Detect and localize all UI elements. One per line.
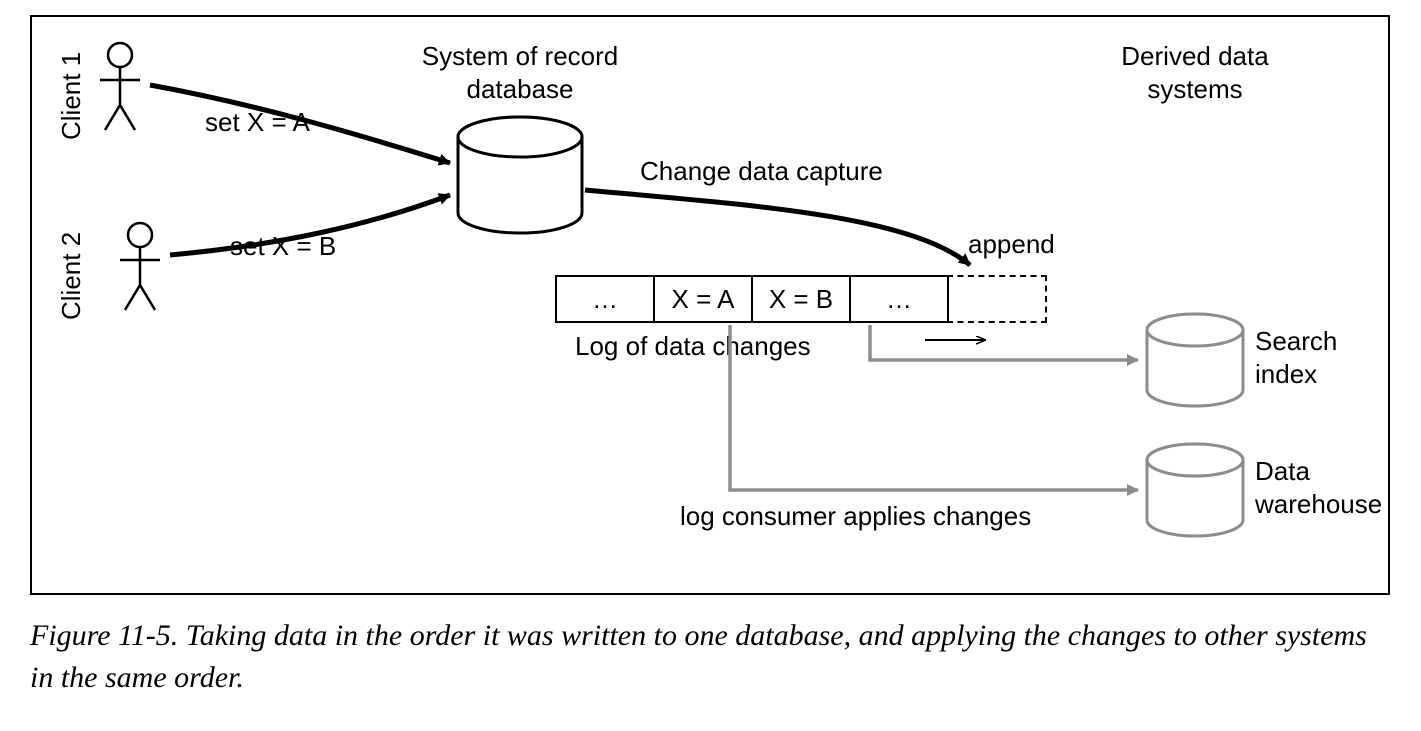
arrow-log-search [870,325,1138,360]
arrow-client1-db [150,85,450,163]
client1-icon [100,43,140,130]
arrow-client2-db [170,195,450,255]
database-icon [458,117,582,233]
figure-caption: Figure 11-5. Taking data in the order it… [30,615,1390,699]
arrow-log-dw [730,325,1138,490]
arrow-cdc [585,190,970,265]
client2-icon [120,223,160,310]
diagram-svg [30,15,1390,595]
data-warehouse-icon [1147,444,1243,536]
search-index-icon [1147,314,1243,406]
